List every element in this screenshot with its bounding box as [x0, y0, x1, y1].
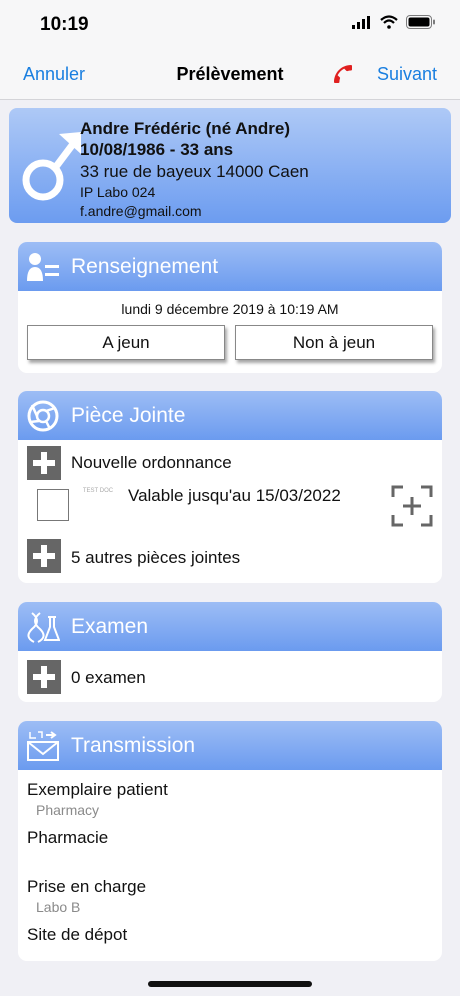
status-bar: 10:19	[0, 0, 460, 50]
transmission-title: Transmission	[71, 734, 196, 757]
more-attachments-icon[interactable]	[27, 539, 61, 573]
attachment-checkbox[interactable]	[37, 489, 69, 521]
attachment-thumbnail[interactable]: TEST DOC	[81, 487, 115, 523]
patient-ip: IP Labo 024	[80, 184, 156, 200]
exam-title: Examen	[71, 615, 149, 638]
patient-name: Andre Frédéric (né Andre)	[80, 119, 291, 138]
transmission-header: Transmission	[18, 721, 442, 770]
home-indicator[interactable]	[148, 981, 312, 987]
add-exam-icon[interactable]	[27, 660, 61, 694]
not-fasting-button[interactable]: Non à jeun	[235, 325, 433, 360]
navigation-bar: Annuler Prélèvement Suivant	[0, 50, 460, 100]
scan-add-icon[interactable]	[391, 485, 433, 527]
attachment-header: Pièce Jointe	[18, 391, 442, 440]
new-prescription-label[interactable]: Nouvelle ordonnance	[71, 453, 232, 473]
attachment-validity: Valable jusqu'au 15/03/2022	[128, 486, 341, 505]
male-icon	[22, 132, 81, 201]
signal-icon	[352, 16, 370, 29]
renseignement-title: Renseignement	[71, 255, 219, 278]
wifi-icon	[380, 15, 398, 29]
next-button[interactable]: Suivant	[377, 64, 437, 85]
exam-header: Examen	[18, 602, 442, 651]
fasting-button[interactable]: A jeun	[27, 325, 225, 360]
coverage-label[interactable]: Prise en charge	[27, 877, 146, 897]
attachment-section: Pièce Jointe Nouvelle ordonnance TEST DO…	[18, 391, 442, 583]
pharmacy-label[interactable]: Pharmacie	[27, 828, 108, 848]
status-icons	[352, 15, 436, 29]
mail-forward-icon	[27, 731, 59, 761]
attachment-title: Pièce Jointe	[71, 404, 186, 427]
coverage-value: Labo B	[36, 899, 81, 915]
add-prescription-icon[interactable]	[27, 446, 61, 480]
drop-site-label[interactable]: Site de dépot	[27, 925, 127, 945]
exam-section: Examen 0 examen	[18, 602, 442, 702]
patient-card[interactable]: Andre Frédéric (né Andre) 10/08/1986 - 3…	[9, 108, 451, 223]
collection-date[interactable]: lundi 9 décembre 2019 à 10:19 AM	[18, 291, 442, 325]
phone-icon[interactable]	[331, 62, 355, 86]
patient-copy-label[interactable]: Exemplaire patient	[27, 780, 168, 800]
renseignement-section: Renseignement lundi 9 décembre 2019 à 10…	[18, 242, 442, 373]
exam-count[interactable]: 0 examen	[71, 668, 146, 688]
camera-aperture-icon	[27, 400, 59, 432]
battery-icon	[406, 15, 435, 29]
status-time: 10:19	[40, 14, 89, 35]
dna-flask-icon	[27, 612, 60, 643]
cancel-button[interactable]: Annuler	[23, 64, 85, 85]
renseignement-header: Renseignement	[18, 242, 442, 291]
patient-dob: 10/08/1986 - 33 ans	[80, 140, 234, 159]
patient-address: 33 rue de bayeux 14000 Caen	[80, 162, 309, 181]
more-attachments-label[interactable]: 5 autres pièces jointes	[71, 548, 240, 568]
person-list-icon	[27, 253, 59, 281]
patient-copy-value: Pharmacy	[36, 802, 100, 818]
transmission-section: Transmission Exemplaire patient Pharmacy…	[18, 721, 442, 961]
patient-email: f.andre@gmail.com	[80, 203, 202, 219]
